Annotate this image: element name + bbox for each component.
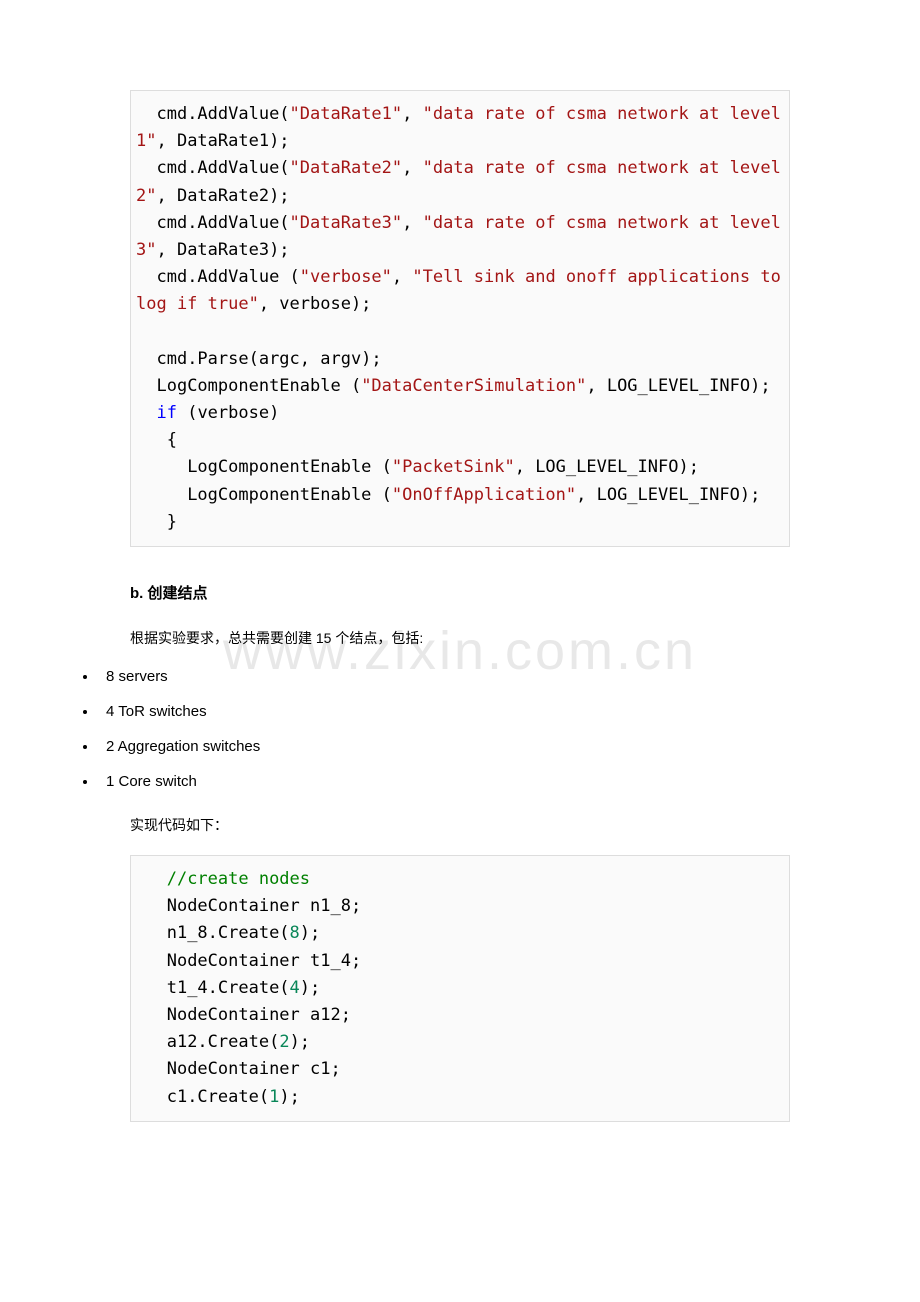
- code-text: cmd.AddValue(: [136, 213, 290, 233]
- code-text: , DataRate3);: [156, 240, 289, 260]
- list-item: 2 Aggregation switches: [98, 738, 860, 755]
- code-text: LogComponentEnable (: [136, 485, 392, 505]
- code-text: ,: [402, 213, 422, 233]
- code-text: t1_4.Create(: [136, 978, 290, 998]
- code-text: LogComponentEnable (: [136, 376, 361, 396]
- code-string: "OnOffApplication": [392, 485, 576, 505]
- code-block-1: cmd.AddValue("DataRate1", "data rate of …: [130, 90, 790, 547]
- paragraph-code-intro: 实现代码如下：: [130, 815, 860, 835]
- code-text: a12.Create(: [136, 1032, 279, 1052]
- code-text: {: [136, 430, 177, 450]
- code-text: n1_8.Create(: [136, 923, 290, 943]
- code-text: NodeContainer c1;: [136, 1059, 341, 1079]
- code-block-2: //create nodes NodeContainer n1_8; n1_8.…: [130, 855, 790, 1122]
- code-text: c1.Create(: [136, 1087, 269, 1107]
- code-number: 8: [290, 923, 300, 943]
- code-text: NodeContainer t1_4;: [136, 951, 361, 971]
- code-keyword: if: [156, 403, 176, 423]
- code-text: , LOG_LEVEL_INFO);: [586, 376, 770, 396]
- code-text: , LOG_LEVEL_INFO);: [515, 457, 699, 477]
- code-text: cmd.Parse(argc, argv);: [136, 349, 382, 369]
- code-number: 1: [269, 1087, 279, 1107]
- code-number: 4: [290, 978, 300, 998]
- code-text: , DataRate2);: [156, 186, 289, 206]
- code-text: ,: [402, 104, 422, 124]
- code-text: );: [279, 1087, 299, 1107]
- list-item: 8 servers: [98, 668, 860, 685]
- list-item: 1 Core switch: [98, 773, 860, 790]
- code-text: NodeContainer a12;: [136, 1005, 351, 1025]
- code-text: cmd.AddValue(: [136, 158, 290, 178]
- code-text: , LOG_LEVEL_INFO);: [576, 485, 760, 505]
- code-text: , DataRate1);: [156, 131, 289, 151]
- code-string: "DataRate2": [290, 158, 403, 178]
- code-text: );: [300, 923, 320, 943]
- code-text: [136, 403, 156, 423]
- list-item: 4 ToR switches: [98, 703, 860, 720]
- code-text: cmd.AddValue(: [136, 104, 290, 124]
- paragraph-nodes: 根据实验要求，总共需要创建 15 个结点，包括:: [130, 628, 860, 648]
- code-string: "PacketSink": [392, 457, 515, 477]
- code-string: "verbose": [300, 267, 392, 287]
- page-content: cmd.AddValue("DataRate1", "data rate of …: [60, 90, 860, 1122]
- code-text: cmd.AddValue (: [136, 267, 300, 287]
- code-text: , verbose);: [259, 294, 372, 314]
- code-number: 2: [279, 1032, 289, 1052]
- code-text: }: [136, 512, 177, 532]
- code-text: ,: [392, 267, 412, 287]
- section-heading-b: b. 创建结点: [130, 582, 860, 603]
- code-text: ,: [402, 158, 422, 178]
- code-text: );: [300, 978, 320, 998]
- code-string: "DataRate3": [290, 213, 403, 233]
- bullet-list: 8 servers 4 ToR switches 2 Aggregation s…: [98, 668, 860, 790]
- code-comment: //create nodes: [136, 869, 310, 889]
- code-string: "DataRate1": [290, 104, 403, 124]
- code-text: LogComponentEnable (: [136, 457, 392, 477]
- code-text: NodeContainer n1_8;: [136, 896, 361, 916]
- code-string: "DataCenterSimulation": [361, 376, 586, 396]
- code-text: );: [290, 1032, 310, 1052]
- code-text: (verbose): [177, 403, 279, 423]
